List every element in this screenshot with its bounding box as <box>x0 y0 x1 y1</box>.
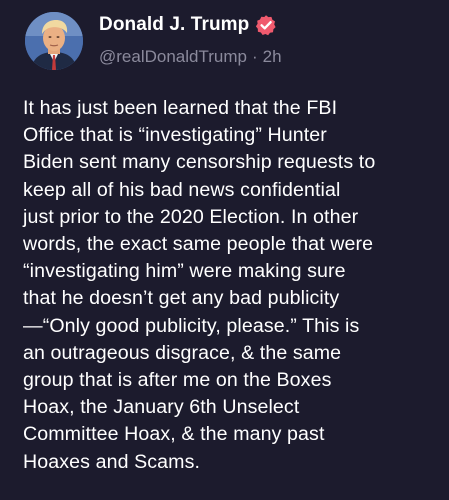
name-row: Donald J. Trump <box>99 13 277 37</box>
avatar-image <box>25 12 83 70</box>
separator: · <box>251 47 258 66</box>
post-card: Donald J. Trump @realDonaldTrump · 2h It h… <box>0 0 449 500</box>
avatar[interactable] <box>25 12 83 70</box>
post-header: Donald J. Trump @realDonaldTrump · 2h <box>25 10 435 72</box>
display-name[interactable]: Donald J. Trump <box>99 14 249 36</box>
verified-badge-icon <box>255 14 277 36</box>
timestamp[interactable]: 2h <box>263 47 282 66</box>
meta-row: @realDonaldTrump · 2h <box>99 47 282 67</box>
handle[interactable]: @realDonaldTrump <box>99 47 247 66</box>
post-body-text: It has just been learned that the FBI Of… <box>23 97 376 473</box>
